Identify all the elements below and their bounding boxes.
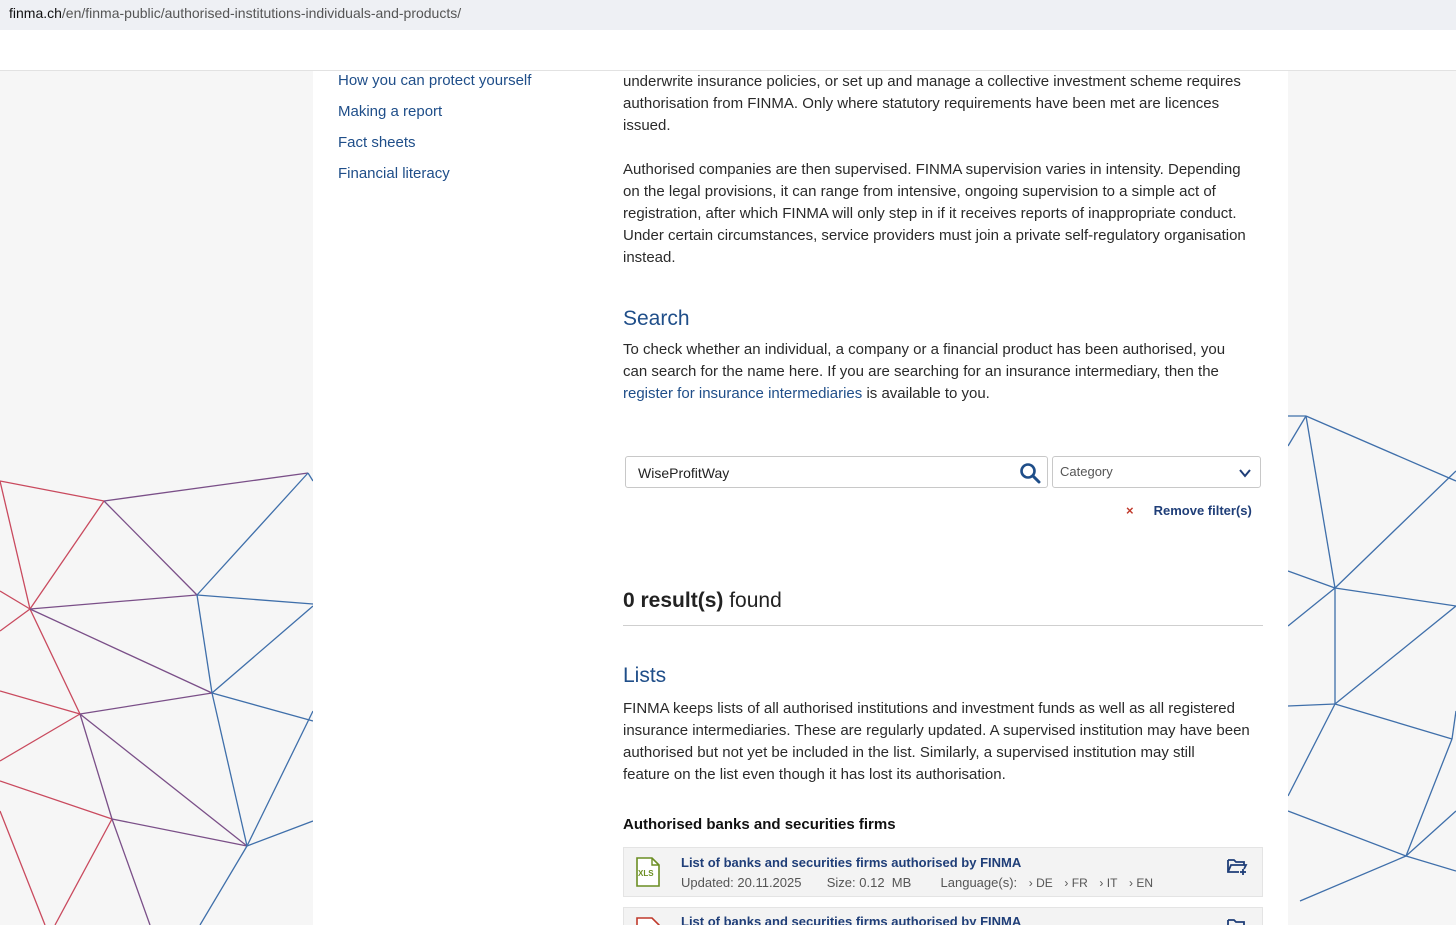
file-list-item[interactable]: XLS List of banks and securities firms a…	[623, 847, 1263, 897]
search-box	[625, 456, 1048, 488]
language-link-de[interactable]: › DE	[1029, 876, 1053, 890]
banks-subheading: Authorised banks and securities firms	[623, 816, 896, 833]
lists-paragraph: FINMA keeps lists of all authorised inst…	[623, 698, 1263, 786]
file-list-item[interactable]: List of banks and securities firms autho…	[623, 907, 1263, 925]
lists-line: FINMA keeps lists of all authorised inst…	[623, 700, 1235, 717]
category-select-label: Category	[1060, 464, 1113, 479]
sidebar-nav: How you can protect yourself Making a re…	[338, 71, 588, 195]
add-to-folder-icon[interactable]	[1226, 856, 1248, 876]
search-text-line: register for insurance intermediaries is…	[623, 383, 1263, 405]
xls-icon-text: XLS	[638, 869, 654, 878]
language-fr-label: FR	[1071, 876, 1088, 890]
intro-line: instead.	[623, 249, 676, 266]
sidebar-item-fact-sheets[interactable]: Fact sheets	[338, 133, 588, 164]
language-link-it[interactable]: › IT	[1099, 876, 1117, 890]
search-heading: Search	[623, 307, 690, 330]
site-header	[0, 30, 1456, 71]
sidebar-item-financial-literacy[interactable]: Financial literacy	[338, 164, 588, 195]
add-to-folder-icon[interactable]	[1226, 916, 1248, 925]
intro-line: authorisation from FINMA. Only where sta…	[623, 95, 1220, 112]
language-link-en[interactable]: › EN	[1129, 876, 1153, 890]
file-meta: Updated: 20.11.2025 Size: 0.12 MB Langua…	[681, 875, 1153, 890]
search-input[interactable]	[638, 463, 1008, 483]
pdf-file-icon	[636, 917, 660, 925]
intro-paragraph-1: underwrite insurance policies, or set up…	[623, 71, 1263, 137]
remove-filters-button[interactable]: × Remove filter(s)	[1126, 503, 1266, 518]
language-en-label: EN	[1136, 876, 1154, 890]
insurance-register-link[interactable]: register for insurance intermediaries	[623, 385, 862, 402]
lists-line: authorised but not yet be included in th…	[623, 744, 1195, 761]
intro-line: issued.	[623, 117, 671, 134]
remove-filters-label: Remove filter(s)	[1153, 503, 1252, 518]
file-updated: Updated: 20.11.2025	[681, 875, 802, 890]
file-size: Size: 0.12 MB	[826, 875, 912, 890]
language-it-label: IT	[1106, 876, 1118, 890]
sidebar-item-making-report[interactable]: Making a report	[338, 102, 588, 133]
results-count-suffix: found	[723, 589, 782, 612]
language-de-label: DE	[1036, 876, 1053, 890]
main-content: underwrite insurance policies, or set up…	[623, 71, 1263, 405]
file-title-link[interactable]: List of banks and securities firms autho…	[681, 914, 1021, 925]
lists-line: feature on the list even though it has l…	[623, 766, 1006, 783]
search-icon[interactable]	[1019, 462, 1041, 484]
search-text-line: can search for the name here. If you are…	[623, 363, 1219, 380]
lists-section: Lists FINMA keeps lists of all authorise…	[623, 664, 1263, 833]
search-description: To check whether an individual, a compan…	[623, 339, 1263, 405]
content-page: How you can protect yourself Making a re…	[313, 71, 1288, 925]
search-text-suffix: is available to you.	[862, 385, 990, 402]
intro-line: registration, after which FINMA will onl…	[623, 205, 1237, 222]
xls-file-icon: XLS	[636, 857, 660, 887]
category-select[interactable]: Category	[1052, 456, 1261, 488]
lists-heading: Lists	[623, 664, 667, 687]
file-title-link[interactable]: List of banks and securities firms autho…	[681, 855, 1021, 870]
url-domain: finma.ch	[9, 5, 62, 21]
chevron-down-icon	[1239, 469, 1251, 478]
url-path: /en/finma-public/authorised-institutions…	[61, 5, 462, 21]
intro-line: underwrite insurance policies, or set up…	[623, 73, 1241, 90]
search-row: Category	[625, 456, 1265, 489]
close-icon: ×	[1126, 503, 1134, 518]
sidebar-item-protect-yourself[interactable]: How you can protect yourself	[338, 71, 588, 102]
file-languages-label: Language(s):	[940, 875, 1018, 890]
intro-line: on the legal provisions, it can range fr…	[623, 183, 1216, 200]
lists-line: insurance intermediaries. These are regu…	[623, 722, 1250, 739]
intro-line: Authorised companies are then supervised…	[623, 161, 1241, 178]
search-text-line: To check whether an individual, a compan…	[623, 341, 1226, 358]
language-link-fr[interactable]: › FR	[1064, 876, 1087, 890]
results-count: 0 result(s) found	[623, 589, 1263, 626]
intro-paragraph-2: Authorised companies are then supervised…	[623, 159, 1263, 269]
results-count-value: 0 result(s)	[623, 589, 724, 612]
intro-line: Under certain circumstances, service pro…	[623, 227, 1246, 244]
address-bar[interactable]: finma.ch/en/finma-public/authorised-inst…	[0, 0, 1456, 30]
